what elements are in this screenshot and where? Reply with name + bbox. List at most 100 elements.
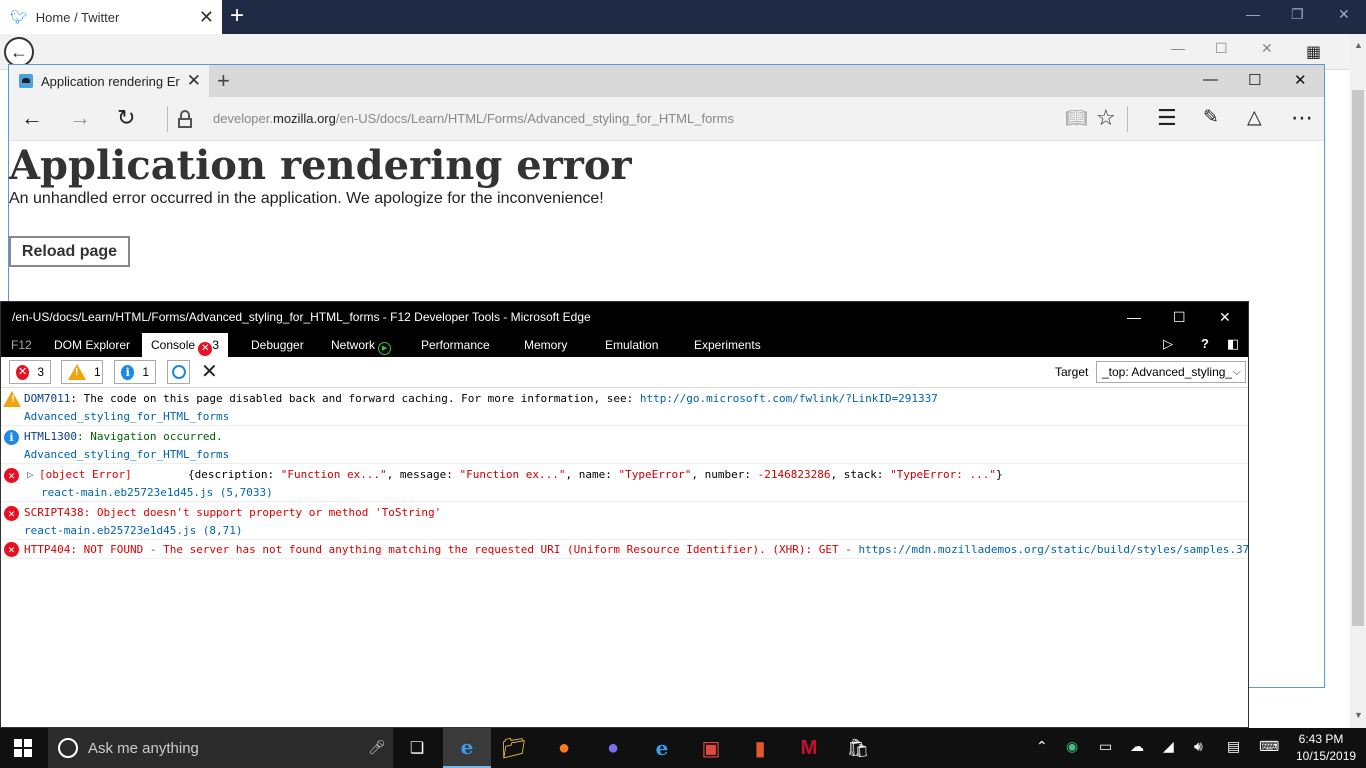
clear-console-icon[interactable]: ✕ xyxy=(201,359,218,384)
message-text: : NOT FOUND - The server has not found a… xyxy=(70,543,859,556)
warnings-count: 1 xyxy=(94,365,101,379)
store-icon[interactable]: 🛍︎ xyxy=(834,728,882,768)
url-prefix: developer. xyxy=(213,111,273,126)
onedrive-icon[interactable]: ☁ xyxy=(1130,738,1144,755)
maximize-button[interactable]: ☐ xyxy=(1248,71,1261,89)
back-arrow-icon[interactable]: ← xyxy=(21,106,43,130)
forward-arrow-icon[interactable]: → xyxy=(69,106,91,130)
tab-twitter[interactable]: 🐦︎ Home / Twitter ✕ xyxy=(0,0,222,34)
new-tab-button[interactable]: + xyxy=(217,68,230,94)
maximize-button[interactable]: ☐ xyxy=(1173,302,1186,333)
close-tab-icon[interactable]: ✕ xyxy=(199,7,214,28)
battery-icon[interactable]: ▭ xyxy=(1099,738,1112,755)
expand-arrow-icon[interactable]: ▷ xyxy=(27,468,34,481)
address-bar[interactable]: developer.mozilla.org/en-US/docs/Learn/H… xyxy=(213,111,734,126)
tab-performance[interactable]: Performance xyxy=(421,333,490,357)
error-icon: ✕ xyxy=(16,364,30,380)
message-code: SCRIPT438 xyxy=(24,506,84,519)
file-explorer-icon[interactable]: 📁︎ xyxy=(490,728,538,768)
message-code: HTTP404 xyxy=(24,543,71,556)
more-icon[interactable]: ⋯ xyxy=(1291,106,1313,130)
web-note-icon[interactable]: ✎ xyxy=(1203,106,1219,130)
action-center-icon[interactable]: ▤ xyxy=(1227,738,1240,755)
info-count: 1 xyxy=(142,365,149,379)
reader-app-icon[interactable]: ▣ xyxy=(687,728,735,768)
warnings-filter[interactable]: ! 1 xyxy=(61,360,103,384)
minimize-button[interactable]: — xyxy=(1203,71,1218,88)
cortana-search-box[interactable]: Ask me anything 🎤︎ xyxy=(48,728,393,768)
info-icon: i xyxy=(121,364,135,380)
maximize-icon[interactable]: ☐ xyxy=(1215,40,1228,57)
message-source[interactable]: Advanced_styling_for_HTML_forms xyxy=(24,410,229,423)
minimize-icon[interactable]: — xyxy=(1171,40,1185,56)
target-select[interactable]: _top: Advanced_styling_ ⌵ xyxy=(1096,361,1246,383)
windows-start-icon[interactable] xyxy=(14,739,32,757)
dock-icon[interactable]: ◧ xyxy=(1227,336,1239,352)
tab-debugger[interactable]: Debugger xyxy=(251,333,304,357)
back-button[interactable]: ← xyxy=(4,37,34,67)
preserve-log-button[interactable] xyxy=(167,360,190,384)
share-icon[interactable]: △ xyxy=(1247,106,1262,130)
tab-network[interactable]: Network ▶ xyxy=(331,333,392,357)
wifi-icon[interactable]: ◢ xyxy=(1163,738,1174,755)
message-source[interactable]: react-main.eb25723e1d45.js (8,71) xyxy=(24,524,243,537)
show-hidden-icons-chevron-icon[interactable]: ⌃ xyxy=(1036,738,1048,755)
record-play-icon: ▶ xyxy=(378,342,392,355)
close-window-button[interactable]: ✕ xyxy=(1294,71,1307,89)
extensions-icon[interactable]: ▦ xyxy=(1306,42,1321,62)
message-link[interactable]: http://go.microsoft.com/fwlink/?LinkID=2… xyxy=(640,392,938,405)
refresh-icon[interactable]: ↻ xyxy=(117,106,135,130)
task-view-icon[interactable]: ❏ xyxy=(393,728,441,768)
tab-mdn[interactable]: Application rendering Er ✕ xyxy=(9,65,209,97)
favorite-star-icon[interactable]: ☆ xyxy=(1096,106,1116,130)
object-key: , name: xyxy=(565,468,619,481)
close-icon[interactable]: ✕ xyxy=(1261,40,1273,57)
object-name: "TypeError" xyxy=(618,468,692,481)
minimize-button[interactable]: — xyxy=(1246,6,1260,22)
message-source[interactable]: Advanced_styling_for_HTML_forms xyxy=(24,448,229,461)
help-icon[interactable]: ? xyxy=(1201,336,1209,351)
edge-app-icon[interactable]: e xyxy=(443,728,491,768)
errors-filter[interactable]: ✕ 3 xyxy=(9,360,51,384)
firefox-icon[interactable]: ● xyxy=(540,728,588,768)
network-monitor-icon[interactable]: ◉ xyxy=(1066,738,1078,755)
mcafee-icon[interactable]: M xyxy=(785,728,833,768)
error-icon: ✕ xyxy=(198,342,213,356)
close-window-button[interactable]: ✕ xyxy=(1338,6,1350,23)
reading-view-icon[interactable]: 📖︎ xyxy=(1065,106,1088,130)
keyboard-icon[interactable]: ⌨ xyxy=(1259,738,1279,755)
scroll-down-icon[interactable]: ▼ xyxy=(1354,710,1363,720)
close-tab-icon[interactable]: ✕ xyxy=(187,71,201,91)
message-link[interactable]: https://mdn.mozillademos.org/static/buil… xyxy=(858,543,1248,556)
scrollbar-thumb[interactable] xyxy=(1352,90,1364,626)
devtools-window: /en-US/docs/Learn/HTML/Forms/Advanced_st… xyxy=(0,301,1249,728)
volume-icon[interactable]: 🔊︎ xyxy=(1194,738,1203,755)
tab-console[interactable]: Console ✕ 3 xyxy=(142,333,229,357)
scroll-up-icon[interactable]: ▲ xyxy=(1354,40,1363,50)
message-source[interactable]: react-main.eb25723e1d45.js (5,7033) xyxy=(41,486,273,499)
object-number: -2146823286 xyxy=(757,468,831,481)
hub-icon[interactable]: ☰ xyxy=(1157,106,1177,130)
scrollbar[interactable]: ▲ ▼ xyxy=(1350,34,1366,728)
tab-emulation[interactable]: Emulation xyxy=(605,333,658,357)
lock-icon[interactable] xyxy=(178,110,192,128)
tab-memory[interactable]: Memory xyxy=(524,333,567,357)
object-message: "Function ex..." xyxy=(459,468,566,481)
powerpoint-icon[interactable]: ▮ xyxy=(736,728,784,768)
tab-experiments[interactable]: Experiments xyxy=(694,333,761,357)
system-clock[interactable]: 6:43 PM 10/15/2019 xyxy=(1296,731,1356,765)
tab-dom-explorer[interactable]: DOM Explorer xyxy=(54,333,130,357)
devtools-title: /en-US/docs/Learn/HTML/Forms/Advanced_st… xyxy=(12,310,591,324)
close-window-button[interactable]: ✕ xyxy=(1219,302,1231,333)
console-toggle-icon[interactable]: ▷ xyxy=(1163,336,1173,352)
firefox-dev-icon[interactable]: ● xyxy=(589,728,637,768)
internet-explorer-icon[interactable]: e xyxy=(638,728,686,768)
microphone-icon[interactable]: 🎤︎ xyxy=(368,739,386,756)
minimize-button[interactable]: — xyxy=(1127,302,1141,333)
object-close: } xyxy=(996,468,1003,481)
new-tab-button[interactable]: + xyxy=(230,2,244,30)
errors-count: 3 xyxy=(37,365,44,379)
info-filter[interactable]: i1 xyxy=(114,360,156,384)
restore-button[interactable]: ❐ xyxy=(1291,6,1304,23)
reload-page-button[interactable]: Reload page xyxy=(9,236,130,267)
